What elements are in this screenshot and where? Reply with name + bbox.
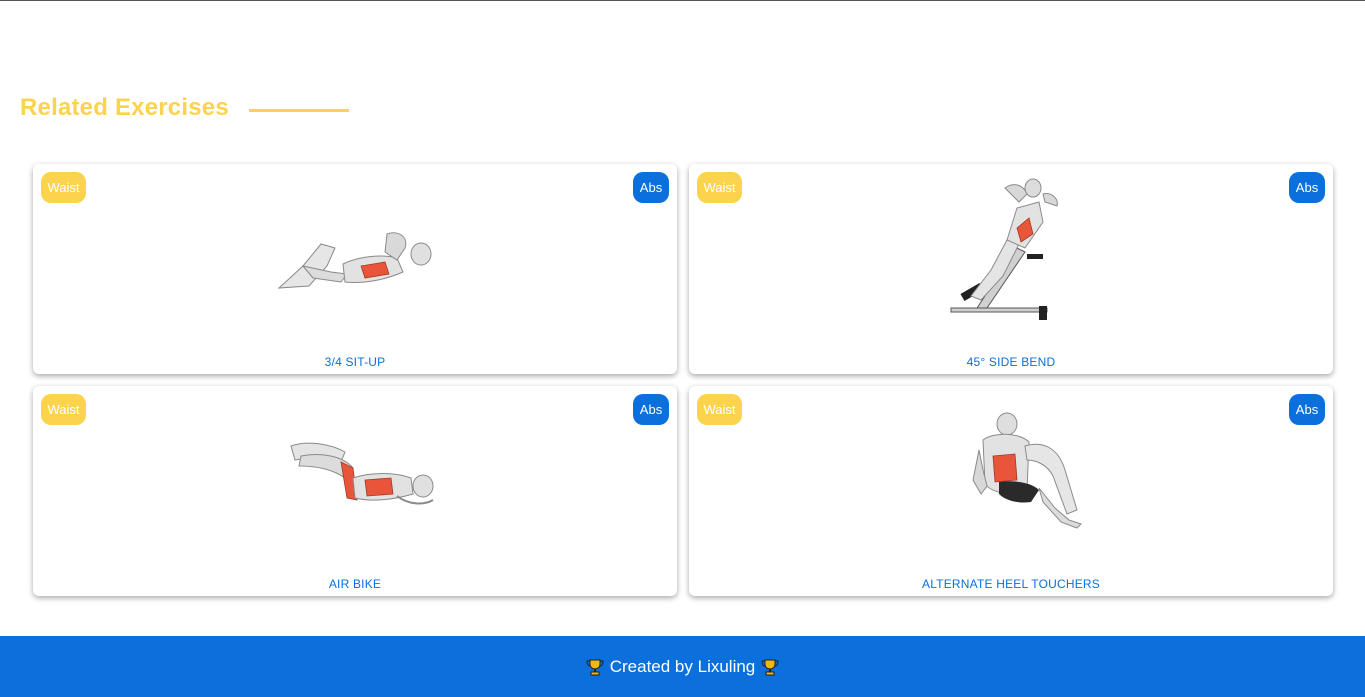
- body-part-badge[interactable]: Waist: [41, 394, 86, 425]
- target-badge[interactable]: Abs: [1289, 172, 1325, 203]
- exercise-image-situp: [277, 232, 432, 289]
- exercise-name[interactable]: 3/4 SIT-UP: [33, 355, 677, 369]
- footer-text: Created by Lixuling: [609, 656, 756, 676]
- target-badge[interactable]: Abs: [1289, 394, 1325, 425]
- exercise-image-air-bike: [290, 442, 434, 505]
- target-badge[interactable]: Abs: [633, 172, 669, 203]
- footer: Created by Lixuling: [0, 636, 1365, 697]
- exercise-card[interactable]: Waist Abs AIR BIKE: [33, 386, 677, 596]
- exercise-image-heel-touchers: [972, 412, 1082, 529]
- exercise-name[interactable]: ALTERNATE HEEL TOUCHERS: [689, 577, 1333, 591]
- body-part-badge[interactable]: Waist: [697, 394, 742, 425]
- trophy-icon: [761, 659, 779, 675]
- trophy-icon: [586, 659, 604, 675]
- top-divider: [0, 0, 1365, 1]
- body-part-badge[interactable]: Waist: [41, 172, 86, 203]
- title-underline: [248, 108, 349, 112]
- section-header: Related Exercises: [20, 94, 349, 122]
- target-badge[interactable]: Abs: [633, 394, 669, 425]
- exercise-card[interactable]: Waist Abs 45° SIDE BEND: [689, 164, 1333, 374]
- exercise-image-side-bend: [950, 178, 1058, 320]
- section-title: Related Exercises: [20, 94, 229, 121]
- body-part-badge[interactable]: Waist: [697, 172, 742, 203]
- exercise-card[interactable]: Waist Abs 3/4 SIT-UP: [33, 164, 677, 374]
- exercise-name[interactable]: AIR BIKE: [33, 577, 677, 591]
- exercise-card[interactable]: Waist Abs ALTERNATE HEEL TOUCHERS: [689, 386, 1333, 596]
- exercise-name[interactable]: 45° SIDE BEND: [689, 355, 1333, 369]
